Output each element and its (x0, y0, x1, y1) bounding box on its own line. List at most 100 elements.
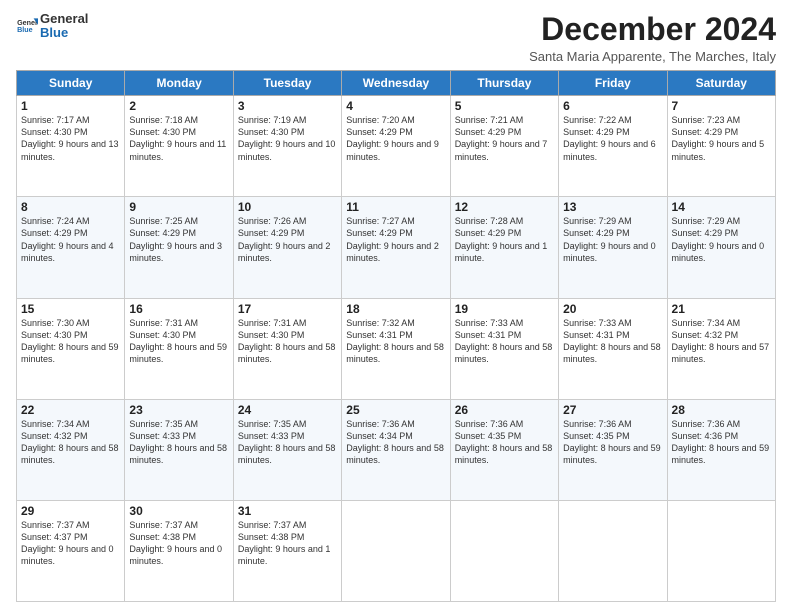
day-number: 21 (672, 302, 771, 316)
table-row: 9 Sunrise: 7:25 AMSunset: 4:29 PMDaylight… (125, 197, 233, 298)
day-number: 10 (238, 200, 337, 214)
table-row: 5Sunrise: 7:21 AMSunset: 4:29 PMDaylight… (450, 96, 558, 197)
day-number: 22 (21, 403, 120, 417)
day-number: 3 (238, 99, 337, 113)
day-number: 28 (672, 403, 771, 417)
table-row: 29Sunrise: 7:37 AMSunset: 4:37 PMDayligh… (17, 500, 125, 601)
col-sunday: Sunday (17, 71, 125, 96)
cell-text: Sunrise: 7:20 AMSunset: 4:29 PMDaylight:… (346, 115, 439, 161)
calendar-row: 29Sunrise: 7:37 AMSunset: 4:37 PMDayligh… (17, 500, 776, 601)
cell-text: Sunrise: 7:35 AMSunset: 4:33 PMDaylight:… (129, 419, 227, 465)
calendar-table: Sunday Monday Tuesday Wednesday Thursday… (16, 70, 776, 602)
month-title: December 2024 (529, 12, 776, 47)
table-row: 6Sunrise: 7:22 AMSunset: 4:29 PMDaylight… (559, 96, 667, 197)
table-row: 23 Sunrise: 7:35 AMSunset: 4:33 PMDayligh… (125, 399, 233, 500)
day-number: 8 (21, 200, 120, 214)
day-number: 26 (455, 403, 554, 417)
cell-text: Sunrise: 7:24 AMSunset: 4:29 PMDaylight:… (21, 216, 114, 262)
table-row: 17 Sunrise: 7:31 AMSunset: 4:30 PMDayligh… (233, 298, 341, 399)
day-number: 2 (129, 99, 228, 113)
col-saturday: Saturday (667, 71, 775, 96)
cell-text: Sunrise: 7:35 AMSunset: 4:33 PMDaylight:… (238, 419, 336, 465)
table-row: 12 Sunrise: 7:28 AMSunset: 4:29 PMDayligh… (450, 197, 558, 298)
cell-text: Sunrise: 7:29 AMSunset: 4:29 PMDaylight:… (563, 216, 656, 262)
cell-text: Sunrise: 7:31 AMSunset: 4:30 PMDaylight:… (238, 318, 336, 364)
cell-text: Sunrise: 7:34 AMSunset: 4:32 PMDaylight:… (672, 318, 770, 364)
title-block: December 2024 Santa Maria Apparente, The… (529, 12, 776, 64)
day-number: 15 (21, 302, 120, 316)
table-row: 18Sunrise: 7:32 AMSunset: 4:31 PMDayligh… (342, 298, 450, 399)
table-row: 22 Sunrise: 7:34 AMSunset: 4:32 PMDayligh… (17, 399, 125, 500)
table-row: 11 Sunrise: 7:27 AMSunset: 4:29 PMDayligh… (342, 197, 450, 298)
col-thursday: Thursday (450, 71, 558, 96)
table-row: 24Sunrise: 7:35 AMSunset: 4:33 PMDayligh… (233, 399, 341, 500)
cell-text: Sunrise: 7:27 AMSunset: 4:29 PMDaylight:… (346, 216, 439, 262)
col-friday: Friday (559, 71, 667, 96)
cell-text: Sunrise: 7:36 AMSunset: 4:35 PMDaylight:… (455, 419, 553, 465)
table-row: 26 Sunrise: 7:36 AMSunset: 4:35 PMDayligh… (450, 399, 558, 500)
cell-text: Sunrise: 7:30 AMSunset: 4:30 PMDaylight:… (21, 318, 119, 364)
day-number: 5 (455, 99, 554, 113)
table-row (450, 500, 558, 601)
cell-text: Sunrise: 7:25 AMSunset: 4:29 PMDaylight:… (129, 216, 222, 262)
day-number: 4 (346, 99, 445, 113)
table-row: 21 Sunrise: 7:34 AMSunset: 4:32 PMDayligh… (667, 298, 775, 399)
table-row: 20Sunrise: 7:33 AMSunset: 4:31 PMDayligh… (559, 298, 667, 399)
logo-line2: Blue (40, 26, 88, 40)
day-number: 17 (238, 302, 337, 316)
day-number: 12 (455, 200, 554, 214)
cell-text: Sunrise: 7:23 AMSunset: 4:29 PMDaylight:… (672, 115, 765, 161)
day-number: 11 (346, 200, 445, 214)
table-row: 16 Sunrise: 7:31 AMSunset: 4:30 PMDayligh… (125, 298, 233, 399)
day-number: 9 (129, 200, 228, 214)
calendar-row: 1Sunrise: 7:17 AMSunset: 4:30 PMDaylight… (17, 96, 776, 197)
cell-text: Sunrise: 7:37 AMSunset: 4:38 PMDaylight:… (238, 520, 331, 566)
cell-text: Sunrise: 7:28 AMSunset: 4:29 PMDaylight:… (455, 216, 548, 262)
table-row: 13 Sunrise: 7:29 AMSunset: 4:29 PMDayligh… (559, 197, 667, 298)
col-wednesday: Wednesday (342, 71, 450, 96)
table-row: 8 Sunrise: 7:24 AMSunset: 4:29 PMDaylight… (17, 197, 125, 298)
table-row: 1Sunrise: 7:17 AMSunset: 4:30 PMDaylight… (17, 96, 125, 197)
day-number: 13 (563, 200, 662, 214)
cell-text: Sunrise: 7:32 AMSunset: 4:31 PMDaylight:… (346, 318, 444, 364)
table-row: 25Sunrise: 7:36 AMSunset: 4:34 PMDayligh… (342, 399, 450, 500)
table-row: 15 Sunrise: 7:30 AMSunset: 4:30 PMDayligh… (17, 298, 125, 399)
table-row: 19 Sunrise: 7:33 AMSunset: 4:31 PMDayligh… (450, 298, 558, 399)
col-tuesday: Tuesday (233, 71, 341, 96)
cell-text: Sunrise: 7:19 AMSunset: 4:30 PMDaylight:… (238, 115, 336, 161)
cell-text: Sunrise: 7:31 AMSunset: 4:30 PMDaylight:… (129, 318, 227, 364)
day-number: 6 (563, 99, 662, 113)
day-number: 19 (455, 302, 554, 316)
cell-text: Sunrise: 7:34 AMSunset: 4:32 PMDaylight:… (21, 419, 119, 465)
calendar-header-row: Sunday Monday Tuesday Wednesday Thursday… (17, 71, 776, 96)
day-number: 1 (21, 99, 120, 113)
table-row: 14 Sunrise: 7:29 AMSunset: 4:29 PMDayligh… (667, 197, 775, 298)
table-row: 30Sunrise: 7:37 AMSunset: 4:38 PMDayligh… (125, 500, 233, 601)
logo-line1: General (40, 12, 88, 26)
table-row: 3 Sunrise: 7:19 AMSunset: 4:30 PMDaylight… (233, 96, 341, 197)
day-number: 20 (563, 302, 662, 316)
day-number: 23 (129, 403, 228, 417)
cell-text: Sunrise: 7:33 AMSunset: 4:31 PMDaylight:… (455, 318, 553, 364)
table-row: 7 Sunrise: 7:23 AMSunset: 4:29 PMDaylight… (667, 96, 775, 197)
table-row: 27Sunrise: 7:36 AMSunset: 4:35 PMDayligh… (559, 399, 667, 500)
table-row: 28 Sunrise: 7:36 AMSunset: 4:36 PMDayligh… (667, 399, 775, 500)
cell-text: Sunrise: 7:26 AMSunset: 4:29 PMDaylight:… (238, 216, 331, 262)
cell-text: Sunrise: 7:36 AMSunset: 4:36 PMDaylight:… (672, 419, 770, 465)
col-monday: Monday (125, 71, 233, 96)
table-row: 10 Sunrise: 7:26 AMSunset: 4:29 PMDayligh… (233, 197, 341, 298)
day-number: 14 (672, 200, 771, 214)
cell-text: Sunrise: 7:37 AMSunset: 4:37 PMDaylight:… (21, 520, 114, 566)
table-row (667, 500, 775, 601)
day-number: 31 (238, 504, 337, 518)
cell-text: Sunrise: 7:29 AMSunset: 4:29 PMDaylight:… (672, 216, 765, 262)
day-number: 30 (129, 504, 228, 518)
calendar-row: 15 Sunrise: 7:30 AMSunset: 4:30 PMDayligh… (17, 298, 776, 399)
day-number: 7 (672, 99, 771, 113)
location-subtitle: Santa Maria Apparente, The Marches, Ital… (529, 49, 776, 64)
day-number: 27 (563, 403, 662, 417)
table-row: 31 Sunrise: 7:37 AMSunset: 4:38 PMDayligh… (233, 500, 341, 601)
cell-text: Sunrise: 7:18 AMSunset: 4:30 PMDaylight:… (129, 115, 226, 161)
page-header: General Blue General Blue December 2024 … (16, 12, 776, 64)
day-number: 16 (129, 302, 228, 316)
